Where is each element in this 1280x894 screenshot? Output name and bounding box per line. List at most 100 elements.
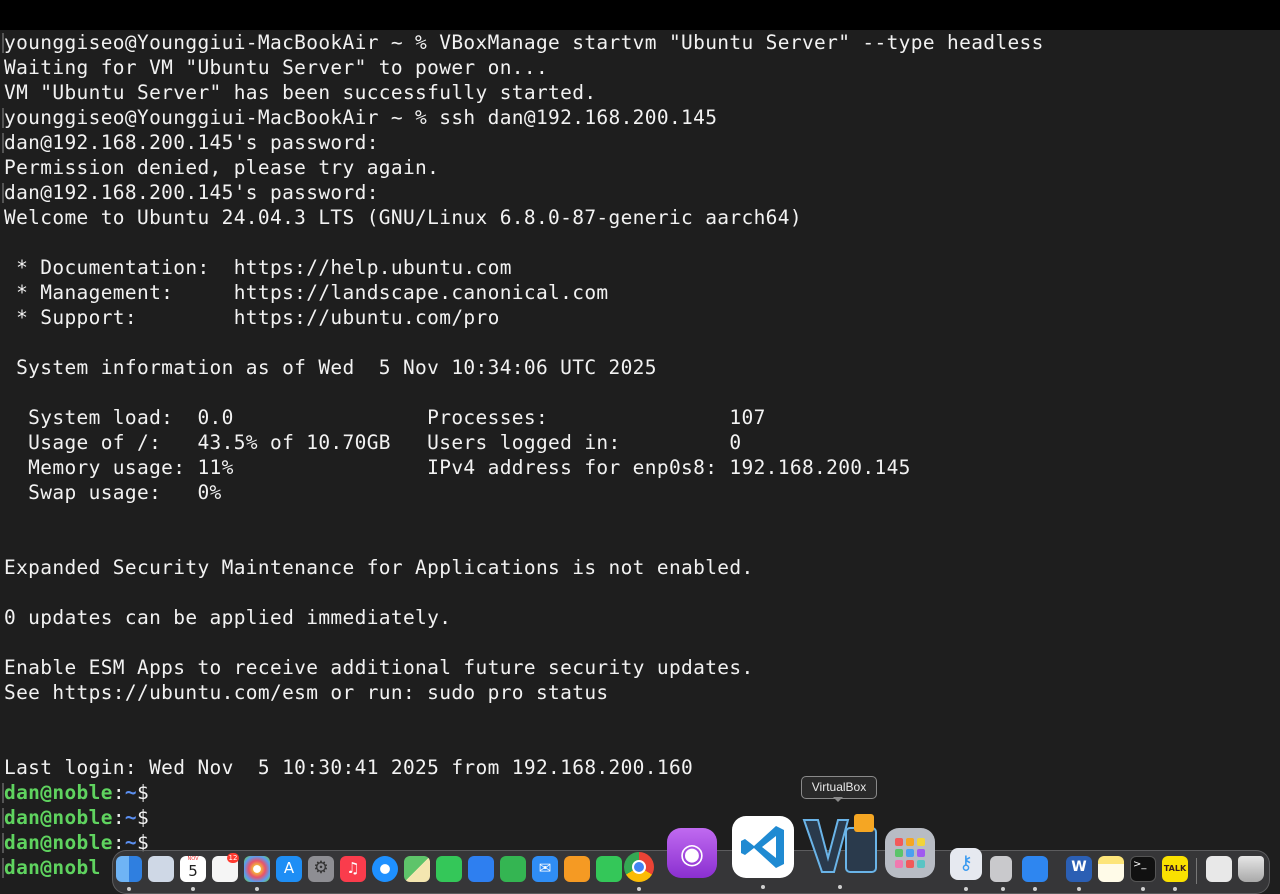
- downloads-icon[interactable]: [1206, 856, 1232, 882]
- terminal-line: younggiseo@Younggiui-MacBookAir ~ % ssh …: [4, 106, 718, 129]
- terminal-line: 0 updates can be applied immediately.: [4, 606, 452, 629]
- terminal-line: dan@192.168.200.145's password:: [4, 181, 379, 204]
- running-indicator: [255, 887, 259, 891]
- music-icon[interactable]: ♫: [340, 856, 366, 882]
- prompt-user: dan@noble: [4, 806, 113, 829]
- numbers-icon[interactable]: [500, 856, 526, 882]
- reminders-badge-count: 12: [228, 854, 238, 862]
- running-indicator: [1001, 887, 1005, 891]
- terminal-line: System load: 0.0 Processes: 107: [4, 406, 766, 429]
- terminal-line: Permission denied, please try again.: [4, 156, 440, 179]
- shell-prompt: dan@noble:~$: [4, 780, 1044, 805]
- prompt-sym: $: [137, 806, 150, 829]
- terminal-icon[interactable]: >_: [1130, 856, 1156, 882]
- terminal-line: Expanded Security Maintenance for Applic…: [4, 556, 754, 579]
- system-settings-icon[interactable]: ⚙: [308, 856, 334, 882]
- running-indicator: [191, 887, 195, 891]
- terminal-line: Waiting for VM "Ubuntu Server" to power …: [4, 56, 549, 79]
- prompt-user: dan@nobl: [4, 856, 101, 879]
- maps-icon[interactable]: [404, 856, 430, 882]
- tooltip-arrow: [833, 797, 843, 802]
- virtualbox-icon[interactable]: [802, 812, 878, 878]
- terminal-line: Memory usage: 11% IPv4 address for enp0s…: [4, 456, 911, 479]
- launchpad-icon[interactable]: [885, 828, 935, 878]
- terminal-line: Welcome to Ubuntu 24.04.3 LTS (GNU/Linux…: [4, 206, 802, 229]
- finder-icon[interactable]: [116, 856, 142, 882]
- trash-icon[interactable]: [1238, 856, 1264, 882]
- preview-icon[interactable]: [148, 856, 174, 882]
- running-indicator: [1077, 887, 1081, 891]
- running-indicator: [964, 887, 968, 891]
- passwords-icon[interactable]: ⚷: [950, 848, 982, 880]
- keynote-icon[interactable]: [468, 856, 494, 882]
- xcode-icon[interactable]: [1022, 856, 1048, 882]
- running-indicator: [127, 887, 131, 891]
- word-glyph: W: [1071, 859, 1087, 875]
- iphone-mirroring-icon[interactable]: [990, 856, 1012, 882]
- running-indicator: [637, 887, 641, 891]
- key-glyph: ⚷: [959, 852, 973, 874]
- prompt-sep: :: [112, 781, 125, 804]
- running-indicator: [1173, 887, 1177, 891]
- terminal-output: younggiseo@Younggiui-MacBookAir ~ % VBox…: [4, 30, 1044, 880]
- terminal-line: Last login: Wed Nov 5 10:30:41 2025 from…: [4, 756, 694, 779]
- menu-bar: [0, 0, 1280, 30]
- running-indicator: [838, 885, 842, 889]
- word-icon[interactable]: W: [1066, 856, 1092, 882]
- running-indicator: [761, 885, 765, 889]
- kakaotalk-icon[interactable]: TALK: [1162, 856, 1188, 882]
- dock-separator: [1196, 858, 1197, 884]
- terminal-line: dan@192.168.200.145's password:: [4, 131, 379, 154]
- facetime-icon[interactable]: [436, 856, 462, 882]
- launchpad-glyph: [895, 838, 925, 868]
- running-indicator: [1033, 887, 1037, 891]
- mail-icon[interactable]: ✉: [532, 856, 558, 882]
- terminal-line: * Management: https://landscape.canonica…: [4, 281, 609, 304]
- prompt-path: ~: [124, 781, 137, 804]
- terminal-line: Enable ESM Apps to receive additional fu…: [4, 656, 754, 679]
- vscode-icon[interactable]: [732, 816, 794, 878]
- gear-glyph: ⚙: [313, 858, 329, 878]
- terminal-line: * Support: https://ubuntu.com/pro: [4, 306, 500, 329]
- prompt-sym: $: [137, 781, 150, 804]
- kakaotalk-label: TALK: [1163, 864, 1187, 873]
- terminal-line: VM "Ubuntu Server" has been successfully…: [4, 81, 597, 104]
- chrome-icon[interactable]: [624, 852, 654, 882]
- music-glyph: ♫: [346, 859, 360, 877]
- photos-icon[interactable]: [244, 856, 270, 882]
- safari-icon[interactable]: [372, 856, 398, 882]
- messages-icon[interactable]: [596, 856, 622, 882]
- calendar-icon[interactable]: NOV 5: [180, 856, 206, 882]
- reminders-icon[interactable]: 12: [212, 853, 239, 882]
- virtualbox-glyph: [802, 814, 877, 873]
- terminal-line: Usage of /: 43.5% of 10.70GB Users logge…: [4, 431, 742, 454]
- podcasts-icon[interactable]: ◉: [667, 828, 717, 878]
- prompt-path: ~: [124, 806, 137, 829]
- terminal-line: younggiseo@Younggiui-MacBookAir ~ % VBox…: [4, 31, 1044, 54]
- prompt-user: dan@noble: [4, 781, 113, 804]
- vscode-glyph: [741, 826, 784, 868]
- mail-glyph: ✉: [538, 859, 552, 877]
- terminal-line: * Documentation: https://help.ubuntu.com: [4, 256, 512, 279]
- pages-icon[interactable]: [564, 856, 590, 882]
- terminal-window[interactable]: younggiseo@Younggiui-MacBookAir ~ % VBox…: [0, 30, 1280, 894]
- notes-icon[interactable]: [1098, 856, 1124, 882]
- shell-prompt: dan@noble:~$: [4, 805, 1044, 830]
- app-store-icon[interactable]: A: [276, 856, 302, 882]
- running-indicator: [1141, 887, 1145, 891]
- app-store-glyph: A: [283, 859, 295, 877]
- prompt-sep: :: [112, 806, 125, 829]
- chrome-center: [632, 860, 646, 874]
- calendar-day: 5: [188, 862, 198, 880]
- terminal-line: See https://ubuntu.com/esm or run: sudo …: [4, 681, 609, 704]
- terminal-line: Swap usage: 0%: [4, 481, 222, 504]
